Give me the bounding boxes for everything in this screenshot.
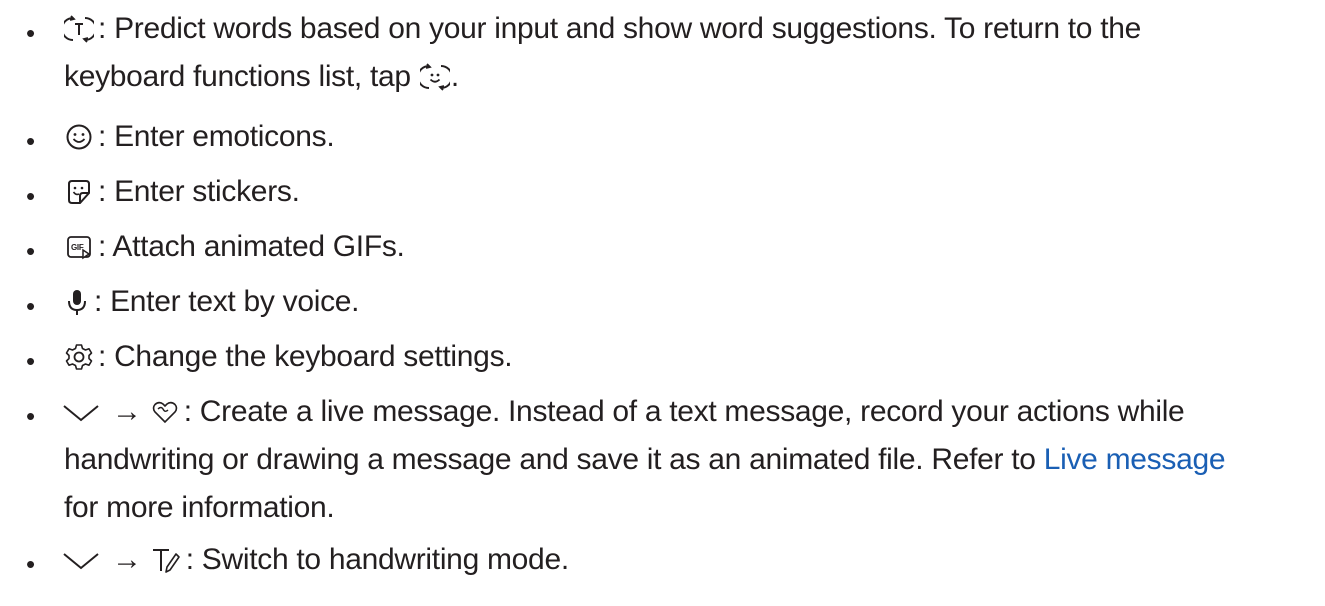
bullet: • — [26, 181, 36, 211]
live-message-link[interactable]: Live message — [1044, 443, 1226, 476]
gear-icon — [64, 342, 94, 372]
bullet: • — [26, 291, 36, 321]
bullet: • — [26, 236, 36, 266]
list-item-line: : Predict words based on your input and … — [64, 9, 1141, 49]
bullet: • — [26, 346, 36, 376]
list-item-line: : Enter emoticons. — [64, 117, 335, 157]
microphone-icon — [64, 287, 90, 317]
sticker-icon — [64, 177, 94, 207]
item-text: . — [450, 60, 459, 93]
item-text: : Attach animated GIFs. — [98, 230, 405, 263]
arrow: → — [112, 395, 142, 428]
item-text: for more information. — [64, 491, 335, 524]
list-item-line: : Enter text by voice. — [64, 282, 359, 322]
item-text: : Switch to handwriting mode. — [185, 543, 569, 576]
list-item-line: handwriting or drawing a message and sav… — [64, 440, 1226, 480]
list-item-line: : Change the keyboard settings. — [64, 337, 513, 377]
predictive-text-icon — [64, 14, 94, 44]
list-item-line: → : Switch to handwriting mode. — [63, 540, 569, 580]
list-item-line: : Enter stickers. — [64, 172, 300, 212]
item-text: : Enter stickers. — [98, 175, 300, 208]
chevron-down-icon — [60, 397, 102, 427]
chevron-down-icon — [60, 545, 102, 575]
list-item-line: keyboard functions list, tap . — [64, 57, 459, 97]
emoji-icon — [64, 122, 94, 152]
list-item-line: GIF : Attach animated GIFs. — [64, 227, 405, 267]
bullet: • — [26, 401, 36, 431]
item-text: : Change the keyboard settings. — [98, 340, 513, 373]
arrow: → — [112, 543, 142, 576]
item-text: : Enter emoticons. — [98, 120, 335, 153]
keyboard-functions-icon — [419, 62, 450, 92]
bullet: • — [26, 126, 36, 156]
item-text: : Create a live message. Instead of a te… — [183, 395, 1185, 428]
live-message-heart-icon — [150, 397, 180, 427]
list-item-line: → : Create a live message. Instead of a … — [63, 392, 1185, 432]
handwriting-pen-icon — [150, 545, 182, 575]
gif-icon: GIF — [64, 232, 94, 262]
item-text: : Enter text by voice. — [94, 285, 360, 318]
item-text: : Predict words based on your input and … — [98, 12, 1142, 45]
svg-text:GIF: GIF — [71, 243, 84, 252]
list-item-line: for more information. — [64, 488, 335, 528]
item-text: keyboard functions list, tap — [64, 60, 419, 93]
bullet: • — [26, 18, 36, 48]
bullet: • — [26, 549, 36, 579]
item-text: handwriting or drawing a message and sav… — [64, 443, 1044, 476]
